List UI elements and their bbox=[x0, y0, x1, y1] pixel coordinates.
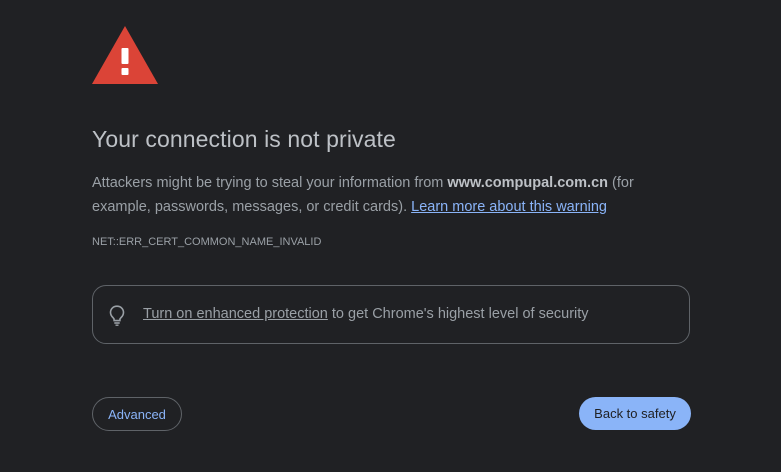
advanced-button[interactable]: Advanced bbox=[92, 397, 182, 431]
warning-description: Attackers might be trying to steal your … bbox=[92, 171, 692, 219]
page-title: Your connection is not private bbox=[92, 126, 396, 152]
interstitial-page: Your connection is not private Attackers… bbox=[0, 0, 781, 472]
protection-suffix: to get Chrome's highest level of securit… bbox=[327, 306, 589, 322]
learn-more-link[interactable]: Learn more about this warning bbox=[411, 199, 607, 215]
description-prefix: Attackers might be trying to steal your … bbox=[92, 175, 448, 191]
enhanced-protection-box: Turn on enhanced protection to get Chrom… bbox=[92, 285, 690, 344]
protection-message: Turn on enhanced protection to get Chrom… bbox=[143, 306, 589, 322]
enhanced-protection-link[interactable]: Turn on enhanced protection bbox=[143, 306, 328, 322]
lightbulb-icon bbox=[109, 305, 125, 326]
back-to-safety-button[interactable]: Back to safety bbox=[579, 397, 691, 430]
error-code: NET::ERR_CERT_COMMON_NAME_INVALID bbox=[92, 236, 322, 248]
domain-name: www.compupal.com.cn bbox=[447, 175, 609, 191]
warning-triangle-icon bbox=[92, 26, 158, 84]
